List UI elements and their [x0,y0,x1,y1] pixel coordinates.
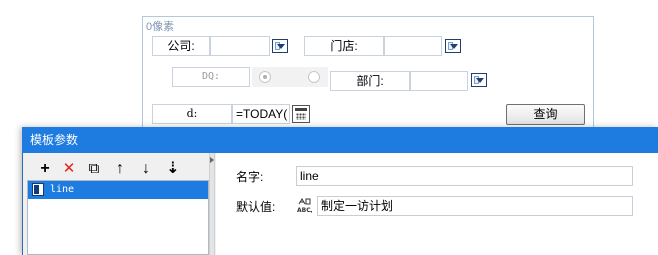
svg-text:ABC: ABC [297,207,311,214]
parameter-icon [32,183,44,196]
radio-option-2[interactable] [308,71,320,83]
tree-item-label[interactable]: line [50,181,74,199]
calendar-icon[interactable] [292,105,310,123]
abc-type-icon[interactable]: ABC [296,198,314,214]
company-input[interactable] [210,36,270,56]
add-icon[interactable]: + [36,160,54,178]
dept-dropdown-icon[interactable] [471,73,487,87]
move-up-icon[interactable]: ↑ [111,160,129,178]
company-dropdown-icon[interactable] [272,39,288,53]
store-dropdown-icon[interactable] [445,39,461,53]
default-value-input[interactable]: 制定一访计划 [317,196,633,216]
company-label: 公司: [152,36,210,56]
dept-input[interactable] [410,71,468,91]
delete-icon[interactable]: ✕ [60,160,78,178]
panel-splitter[interactable] [209,153,215,255]
pixel-watermark: 0像素 [146,21,175,33]
name-label: 名字: [236,170,264,184]
dept-label: 部门: [330,71,410,91]
date-formula-field[interactable]: =TODAY( [232,104,290,124]
dialog-title: 模板参数 [22,127,658,153]
store-label: 门店: [304,36,384,56]
sort-icon[interactable]: ⇣ [164,160,182,178]
dq-label: DQ: [172,67,250,87]
query-button[interactable]: 查询 [506,104,585,125]
radio-option-1[interactable] [259,71,271,83]
move-down-icon[interactable]: ↓ [137,160,155,178]
d-label: d: [152,104,232,124]
store-input[interactable] [384,36,442,56]
name-input[interactable]: line [296,166,633,186]
default-value-label: 默认值: [236,200,276,214]
copy-icon[interactable]: ⧉ [85,160,103,178]
